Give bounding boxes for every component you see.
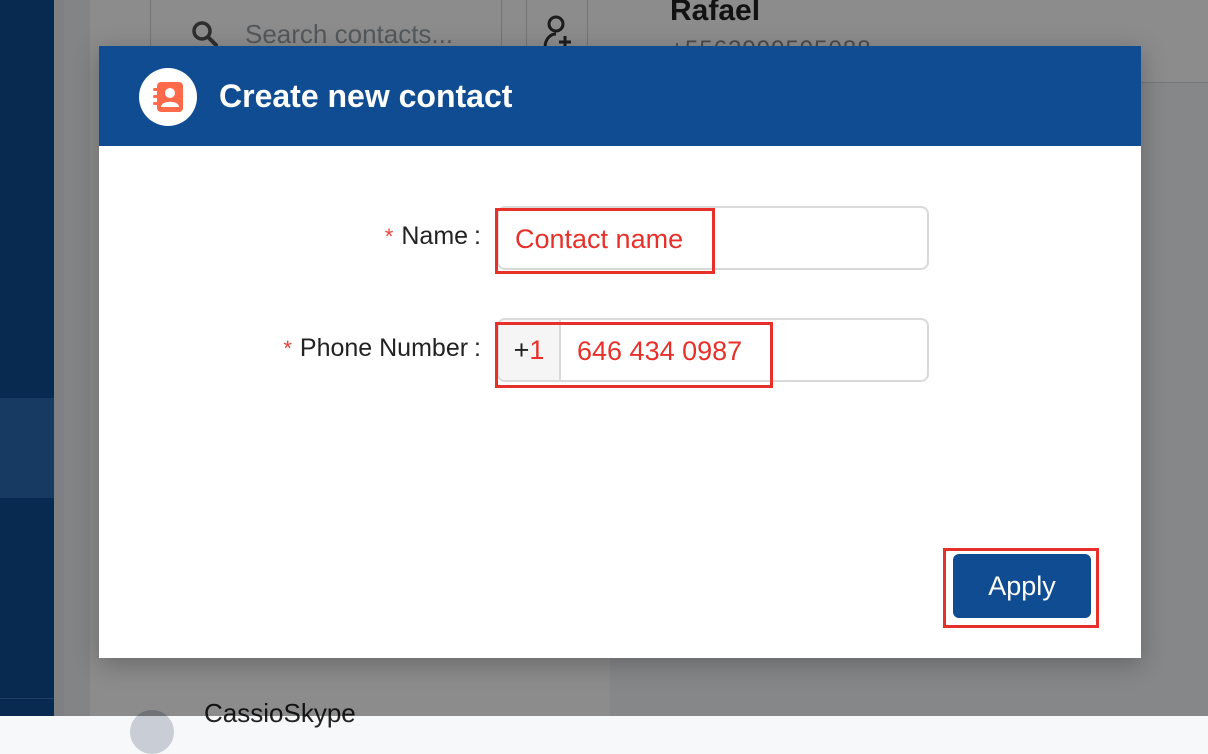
dialog-header: Create new contact [99, 46, 1141, 146]
name-label-text: Name [401, 222, 469, 250]
create-contact-dialog: Create new contact * Name: * Phone Number:… [99, 46, 1141, 658]
country-code-digits: 1 [529, 335, 545, 365]
required-mark: * [384, 224, 394, 249]
required-mark: * [283, 336, 292, 361]
dialog-title: Create new contact [219, 78, 513, 114]
phone-field[interactable]: +1 [497, 318, 929, 382]
name-label: * Name: [385, 222, 481, 251]
phone-label-colon: : [474, 334, 481, 362]
country-code-prefix[interactable]: +1 [499, 320, 561, 380]
contact-book-icon [153, 82, 183, 112]
name-input[interactable] [515, 220, 915, 258]
avatar [130, 710, 174, 754]
country-code-plus: + [513, 335, 530, 365]
name-label-colon: : [474, 222, 481, 250]
phone-label: * Phone Number: [283, 334, 481, 363]
name-row: * Name: [99, 206, 1141, 270]
phone-label-text: Phone Number [299, 334, 469, 362]
header-icon-badge [139, 68, 197, 126]
phone-input[interactable] [577, 332, 917, 370]
phone-row: * Phone Number: +1 [99, 318, 1141, 382]
apply-button[interactable]: Apply [953, 554, 1091, 618]
name-field[interactable] [497, 206, 929, 270]
